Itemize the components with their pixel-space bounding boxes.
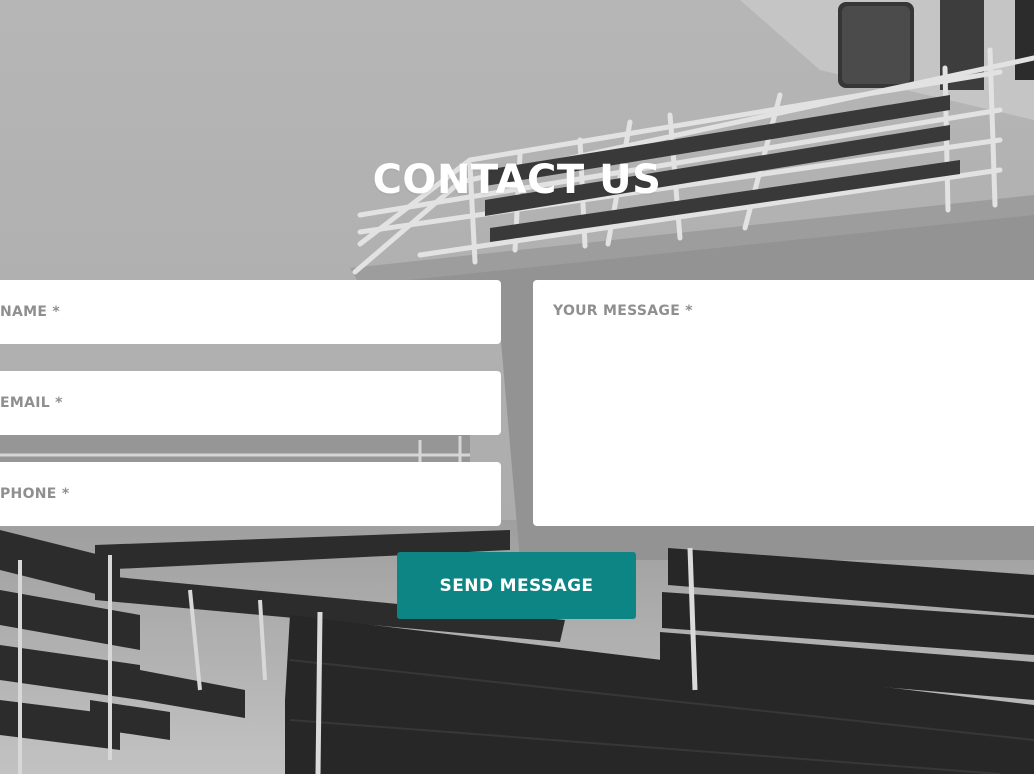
phone-field[interactable] [0,462,501,526]
email-field[interactable] [0,371,501,435]
contact-section: CONTACT US SEND MESSAGE [0,0,1034,774]
page-title: CONTACT US [372,157,662,203]
send-message-button[interactable]: SEND MESSAGE [397,552,636,619]
name-field[interactable] [0,280,501,344]
message-field[interactable] [533,280,1034,526]
